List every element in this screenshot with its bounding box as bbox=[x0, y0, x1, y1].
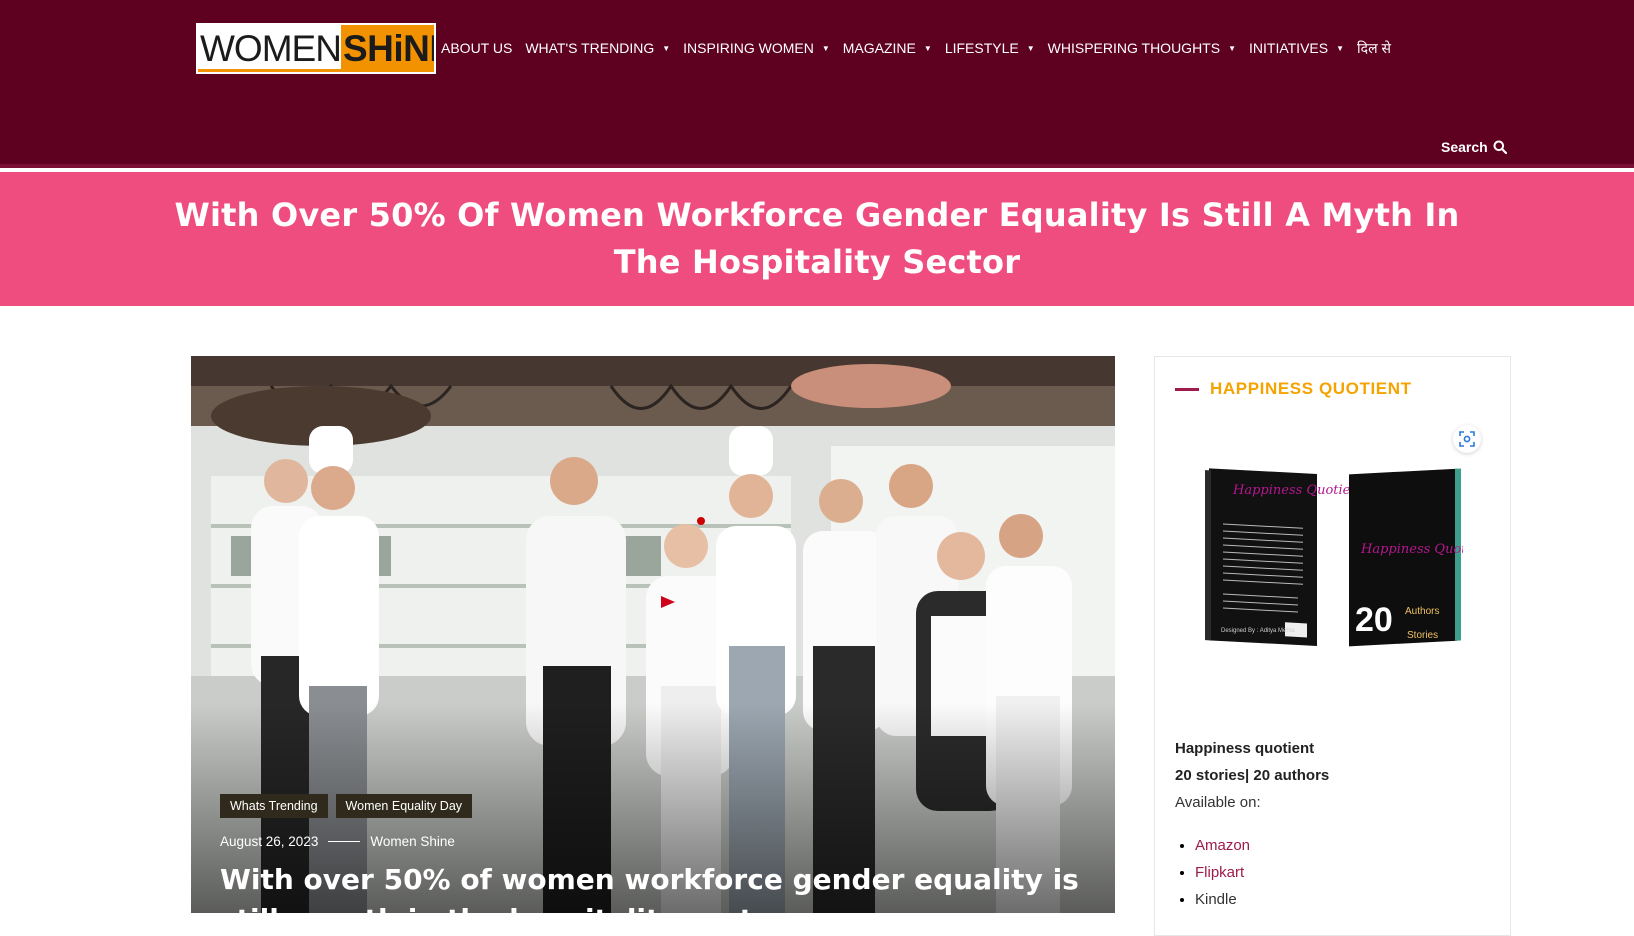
store-kindle: Kindle bbox=[1195, 891, 1237, 908]
site-logo[interactable]: WOMEN SHiNE bbox=[196, 23, 436, 74]
book-sub-line: 20 stories| 20 authors bbox=[1175, 767, 1330, 784]
nav-item-lifestyle[interactable]: LIFESTYLE ▼ bbox=[945, 40, 1035, 56]
logo-text-women: WOMEN bbox=[198, 25, 342, 72]
nav-item-label: INSPIRING WOMEN bbox=[683, 40, 814, 56]
caret-down-icon: ▼ bbox=[1336, 43, 1345, 53]
page-title-banner: With Over 50% Of Women Workforce Gender … bbox=[0, 172, 1634, 306]
main-nav: ABOUT US WHAT'S TRENDING ▼ INSPIRING WOM… bbox=[441, 38, 1404, 58]
widget-title: HAPPINESS QUOTIENT bbox=[1175, 379, 1412, 399]
category-tag-women-equality-day[interactable]: Women Equality Day bbox=[335, 794, 473, 818]
nav-item-label: LIFESTYLE bbox=[944, 40, 1019, 56]
nav-item-label: MAGAZINE bbox=[842, 40, 916, 56]
store-list: Amazon Flipkart Kindle bbox=[1195, 832, 1250, 913]
list-item: Flipkart bbox=[1195, 859, 1250, 886]
scan-icon bbox=[1459, 431, 1475, 447]
article-author[interactable]: Women Shine bbox=[370, 834, 455, 849]
meta-divider bbox=[328, 841, 361, 842]
nav-item-label: WHAT'S TRENDING bbox=[525, 40, 655, 56]
nav-item-dil-se[interactable]: दिल से bbox=[1357, 39, 1391, 58]
caret-down-icon: ▼ bbox=[821, 43, 830, 53]
search-icon bbox=[1493, 140, 1507, 154]
nav-item-about-us[interactable]: ABOUT US bbox=[441, 40, 512, 56]
nav-item-label: दिल से bbox=[1357, 39, 1391, 56]
book-cover-image: Happiness Quotient Designed By : Aditya … bbox=[1205, 468, 1463, 647]
featured-article[interactable]: Whats Trending Women Equality Day August… bbox=[191, 356, 1115, 913]
caret-down-icon: ▼ bbox=[662, 43, 671, 53]
nav-item-whispering-thoughts[interactable]: WHISPERING THOUGHTS ▼ bbox=[1048, 40, 1236, 56]
article-meta: August 26, 2023 Women Shine bbox=[220, 834, 455, 849]
nav-item-label: ABOUT US bbox=[441, 40, 513, 56]
book-front-title: Happiness Quotient bbox=[1360, 542, 1463, 557]
available-label: Available on: bbox=[1175, 794, 1261, 811]
caret-down-icon: ▼ bbox=[923, 43, 932, 53]
book-front-number: 20 bbox=[1355, 601, 1393, 639]
store-link-flipkart[interactable]: Flipkart bbox=[1195, 864, 1244, 881]
caret-down-icon: ▼ bbox=[1026, 43, 1035, 53]
sidebar-widget-happiness-quotient: HAPPINESS QUOTIENT Happiness Quotient De… bbox=[1154, 356, 1511, 936]
category-tag-whats-trending[interactable]: Whats Trending bbox=[220, 794, 328, 818]
nav-item-whats-trending[interactable]: WHAT'S TRENDING ▼ bbox=[525, 40, 670, 56]
list-item: Amazon bbox=[1195, 832, 1250, 859]
nav-item-magazine[interactable]: MAGAZINE ▼ bbox=[843, 40, 932, 56]
nav-item-label: WHISPERING THOUGHTS bbox=[1047, 40, 1221, 56]
search-label: Search bbox=[1441, 139, 1488, 155]
title-accent-bar bbox=[1175, 387, 1199, 391]
nav-item-label: INITIATIVES bbox=[1249, 40, 1329, 56]
page-title: With Over 50% Of Women Workforce Gender … bbox=[174, 196, 1460, 281]
widget-title-text: HAPPINESS QUOTIENT bbox=[1210, 379, 1412, 398]
list-item: Kindle bbox=[1195, 886, 1250, 913]
category-tags: Whats Trending Women Equality Day bbox=[220, 794, 480, 818]
nav-item-inspiring-women[interactable]: INSPIRING WOMEN ▼ bbox=[683, 40, 830, 56]
book-front-stories: Stories bbox=[1407, 630, 1438, 641]
book-title-line: Happiness quotient bbox=[1175, 740, 1315, 757]
nav-item-initiatives[interactable]: INITIATIVES ▼ bbox=[1249, 40, 1344, 56]
logo-text-shine: SHiNE bbox=[340, 25, 434, 72]
article-date: August 26, 2023 bbox=[220, 834, 319, 849]
store-link-amazon[interactable]: Amazon bbox=[1195, 837, 1250, 854]
book-front-authors: Authors bbox=[1405, 606, 1439, 617]
book-back-title: Happiness Quotient bbox=[1232, 483, 1365, 498]
site-header: WOMEN SHiNE ABOUT US WHAT'S TRENDING ▼ I… bbox=[0, 0, 1634, 168]
caret-down-icon: ▼ bbox=[1228, 43, 1236, 53]
search-button[interactable]: Search bbox=[1441, 139, 1507, 155]
widget-text: Happiness quotient 20 stories| 20 author… bbox=[1175, 735, 1329, 816]
book-back-credit: Designed By : Aditya Mehta bbox=[1221, 628, 1295, 634]
article-title[interactable]: With over 50% of women workforce gender … bbox=[220, 860, 1100, 913]
image-search-button[interactable] bbox=[1453, 425, 1481, 453]
